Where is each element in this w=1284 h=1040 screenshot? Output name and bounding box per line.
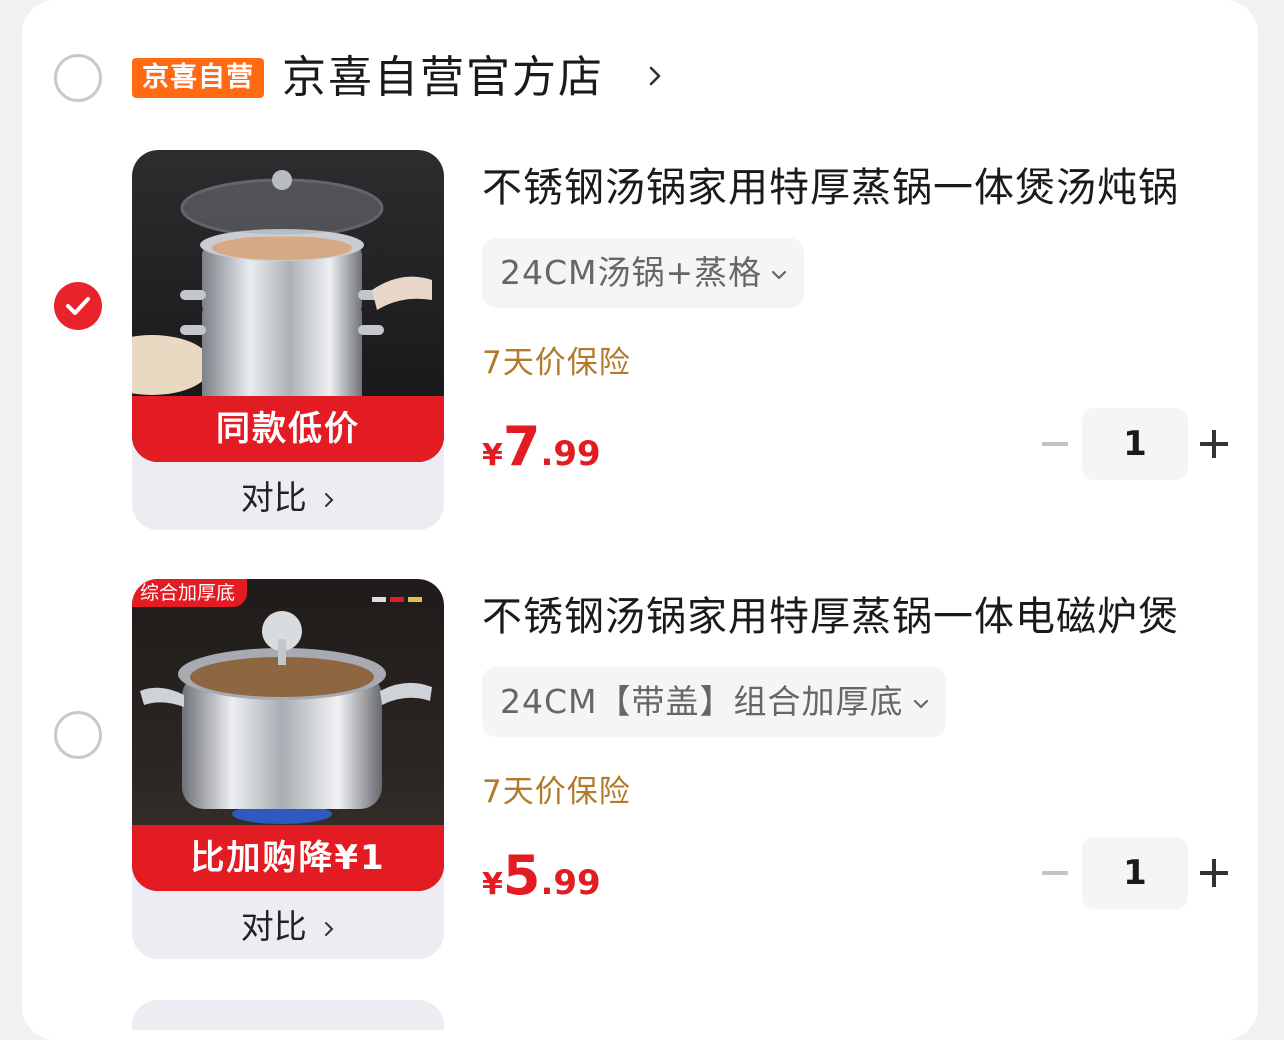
compare-label: 对比 xyxy=(240,478,307,517)
quantity-input[interactable]: 1 xyxy=(1082,408,1188,480)
shop-select-radio[interactable] xyxy=(54,54,102,102)
price-integer: 5 xyxy=(502,844,541,907)
chevron-right-icon xyxy=(325,921,334,936)
plus-button[interactable] xyxy=(1200,859,1228,887)
quantity-stepper: 1 xyxy=(1032,837,1232,909)
quantity-stepper: 1 xyxy=(1032,408,1232,480)
chevron-right-icon xyxy=(325,492,334,507)
next-item-thumbnail-partial[interactable] xyxy=(132,1000,444,1030)
image-corner-tag: 综合加厚底 xyxy=(132,579,248,607)
item-select-radio[interactable] xyxy=(54,711,102,759)
price-insurance-label[interactable]: 7天价保险 xyxy=(482,767,631,817)
price-currency: ¥ xyxy=(482,438,503,473)
compare-label: 对比 xyxy=(240,907,307,946)
shop-cart-card: 京喜自营 京喜自营官方店 同款低价 对比 不锈钢汤锅家用特厚蒸锅一体煲汤炖锅 2… xyxy=(22,0,1258,1040)
image-banner: 同款低价 xyxy=(132,396,444,462)
minus-button[interactable] xyxy=(1042,442,1068,446)
cart-item: 综合加厚底 比加购降¥1 对比 不锈钢汤锅家用特厚蒸锅一体电磁炉煲 24CM【带… xyxy=(22,579,1258,979)
shop-badge: 京喜自营 xyxy=(132,58,264,98)
shop-name[interactable]: 京喜自营官方店 xyxy=(282,48,604,108)
compare-button[interactable]: 对比 xyxy=(132,895,444,959)
plus-button[interactable] xyxy=(1200,430,1228,458)
product-thumbnail[interactable]: 同款低价 对比 xyxy=(132,150,444,530)
check-icon xyxy=(66,297,90,315)
chevron-down-icon xyxy=(772,270,787,279)
product-thumbnail[interactable]: 综合加厚底 比加购降¥1 对比 xyxy=(132,579,444,959)
spec-label: 24CM汤锅+蒸格 xyxy=(500,253,763,292)
product-title[interactable]: 不锈钢汤锅家用特厚蒸锅一体电磁炉煲 xyxy=(482,589,1242,645)
spec-selector[interactable]: 24CM汤锅+蒸格 xyxy=(482,238,805,308)
item-select-radio-checked[interactable] xyxy=(54,282,102,330)
chevron-down-icon xyxy=(913,699,928,708)
product-title[interactable]: 不锈钢汤锅家用特厚蒸锅一体煲汤炖锅 xyxy=(482,160,1242,216)
price-decimal: .99 xyxy=(540,434,601,474)
cart-item: 同款低价 对比 不锈钢汤锅家用特厚蒸锅一体煲汤炖锅 24CM汤锅+蒸格 7天价保… xyxy=(22,150,1258,550)
quantity-input[interactable]: 1 xyxy=(1082,837,1188,909)
spec-label: 24CM【带盖】组合加厚底 xyxy=(500,682,904,721)
chevron-right-icon[interactable] xyxy=(648,64,662,88)
price-decimal: .99 xyxy=(540,863,601,903)
shop-header[interactable]: 京喜自营 京喜自营官方店 xyxy=(22,40,1258,120)
price-integer: 7 xyxy=(502,415,541,478)
image-banner: 比加购降¥1 xyxy=(132,825,444,891)
minus-button[interactable] xyxy=(1042,871,1068,875)
price-currency: ¥ xyxy=(482,867,503,902)
compare-button[interactable]: 对比 xyxy=(132,466,444,530)
price: ¥5.99 xyxy=(482,841,601,924)
spec-selector[interactable]: 24CM【带盖】组合加厚底 xyxy=(482,667,946,737)
price-insurance-label[interactable]: 7天价保险 xyxy=(482,338,631,388)
price: ¥7.99 xyxy=(482,412,601,495)
